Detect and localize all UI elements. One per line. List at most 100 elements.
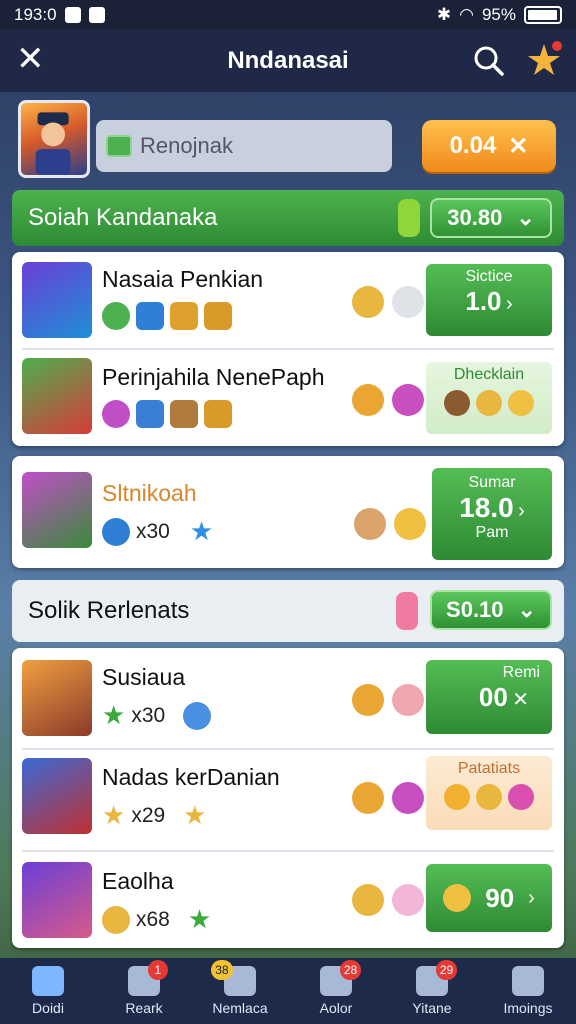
chest-icon xyxy=(204,302,232,330)
bluetooth-icon: ✱ xyxy=(436,5,452,24)
status-bar: 193:0 ✱ ◠ 95% xyxy=(0,0,576,30)
check-button[interactable]: Dhecklain xyxy=(426,362,552,434)
coins-value: 0.04 xyxy=(449,132,497,159)
section-header: Soiah Kandanaka 30.80 ⌄ xyxy=(12,190,564,246)
id-chip-icon xyxy=(106,135,132,157)
settings-icon xyxy=(512,966,544,996)
item-name: Perinjahila NenePaph xyxy=(102,364,325,390)
nav-chat[interactable]: 1 Reark xyxy=(96,958,192,1024)
player-name-field[interactable]: Renojnak xyxy=(96,120,392,172)
item-thumbnail xyxy=(22,758,92,834)
coin-icon xyxy=(476,390,502,416)
list-item[interactable]: Perinjahila NenePaph Dhecklain xyxy=(12,350,564,446)
nav-social[interactable]: 29 Yitane xyxy=(384,958,480,1024)
item-rewards: x30 ★ xyxy=(102,516,213,547)
reward-icons xyxy=(352,884,424,916)
list-item[interactable]: Eaolha x68 ★ 90 › xyxy=(12,852,564,948)
item-count: x68 xyxy=(136,907,170,931)
cookie-icon xyxy=(354,508,386,540)
section-value-button[interactable]: S0.10 ⌄ xyxy=(430,590,552,630)
nav-shop[interactable]: 28 Aolor xyxy=(288,958,384,1024)
star-icon: ★ xyxy=(102,800,126,830)
item-name: Eaolha xyxy=(102,868,174,894)
item-thumbnail xyxy=(22,862,92,938)
wifi-icon: ◠ xyxy=(459,5,474,24)
chevron-down-icon: ⌄ xyxy=(517,597,536,622)
claim-button[interactable]: Sumar 18.0 › Pam xyxy=(432,468,552,560)
notification-badge: 1 xyxy=(147,960,168,980)
section-header: Solik Rerlenats S0.10 ⌄ xyxy=(12,580,564,642)
notification-icon xyxy=(88,7,105,23)
claim-button[interactable]: Remi 00 ✕ xyxy=(426,660,552,734)
list-item[interactable]: Sltnikoah x30 ★ Sumar 18.0 › Pam xyxy=(12,456,564,568)
heart-icon xyxy=(443,884,472,912)
item-thumbnail xyxy=(22,262,92,338)
app-header: ✕ Nndanasai xyxy=(0,30,576,92)
nav-home[interactable]: Doidi xyxy=(0,958,96,1024)
avatar[interactable] xyxy=(18,100,90,178)
nav-rewards[interactable]: 38 Nemlaca xyxy=(192,958,288,1024)
coin-icon xyxy=(476,784,502,810)
star-icon: ★ xyxy=(183,800,207,830)
fish-icon xyxy=(183,701,212,730)
item-rewards: ★ x30 xyxy=(102,700,212,731)
item-rewards: x68 ★ xyxy=(102,904,211,935)
search-icon[interactable] xyxy=(472,44,506,78)
close-small-icon: ✕ xyxy=(512,689,530,711)
hand-icon xyxy=(392,384,424,416)
list-item[interactable]: Nasaia Penkian Sictice 1.0 › xyxy=(12,252,564,348)
shield-icon xyxy=(102,517,130,546)
bag-icon xyxy=(444,390,470,416)
claim-button[interactable]: 90 › xyxy=(426,864,552,932)
item-rewards xyxy=(102,400,232,428)
section-title: Soiah Kandanaka xyxy=(28,204,218,231)
cookie-icon xyxy=(392,684,424,716)
reward-card: Sltnikoah x30 ★ Sumar 18.0 › Pam xyxy=(12,456,564,568)
star-icon: ★ xyxy=(189,516,214,546)
item-rewards xyxy=(102,302,232,330)
chest-icon xyxy=(204,400,232,428)
check-button[interactable]: Patatiats xyxy=(426,756,552,830)
nav-settings[interactable]: Imoings xyxy=(480,958,576,1024)
section-title: Solik Rerlenats xyxy=(28,597,190,624)
claim-button[interactable]: Sictice 1.0 › xyxy=(426,264,552,336)
star-icon: ★ xyxy=(187,904,212,934)
reward-icons xyxy=(352,684,424,716)
coin-icon xyxy=(102,905,130,934)
reward-icons xyxy=(352,782,424,814)
chevron-down-icon: ⌄ xyxy=(516,205,535,230)
potion-icon xyxy=(398,199,420,237)
item-count: x30 xyxy=(131,703,166,727)
hand-icon xyxy=(392,782,424,814)
list-item[interactable]: Susiaua ★ x30 Remi 00 ✕ xyxy=(12,648,564,748)
coin-icon xyxy=(352,384,384,416)
notification-badge: 28 xyxy=(339,960,362,980)
item-name: Susiaua xyxy=(102,664,186,690)
cup-icon xyxy=(392,884,424,916)
item-thumbnail xyxy=(22,660,92,736)
coin-icon xyxy=(352,782,384,814)
item-count: x30 xyxy=(136,519,170,543)
chevron-right-icon: › xyxy=(505,293,513,315)
star-icon xyxy=(508,390,534,416)
flower-icon xyxy=(508,784,534,810)
star-icon xyxy=(394,508,426,540)
gem-icon xyxy=(102,400,130,428)
reward-icons xyxy=(352,384,424,416)
reward-icons xyxy=(352,286,424,318)
coins-button[interactable]: 0.04 ✕ xyxy=(422,120,556,172)
reward-icons xyxy=(354,508,426,540)
close-icon[interactable]: ✕ xyxy=(16,42,45,76)
section-value-button[interactable]: 30.80 ⌄ xyxy=(430,198,552,238)
gem-icon xyxy=(352,884,384,916)
notification-badge: 29 xyxy=(435,960,458,980)
page-title: Nndanasai xyxy=(227,47,349,74)
player-name: Renojnak xyxy=(140,133,233,158)
trophy-icon[interactable] xyxy=(524,40,564,80)
item-thumbnail xyxy=(22,472,92,548)
profile-row: Renojnak 0.04 ✕ xyxy=(18,100,558,180)
cup-icon xyxy=(392,286,424,318)
reward-card: Nasaia Penkian Sictice 1.0 › Perinjahila… xyxy=(12,252,564,446)
potion-icon xyxy=(396,592,418,630)
list-item[interactable]: Nadas kerDanian ★ x29 ★ Patatiats xyxy=(12,750,564,850)
